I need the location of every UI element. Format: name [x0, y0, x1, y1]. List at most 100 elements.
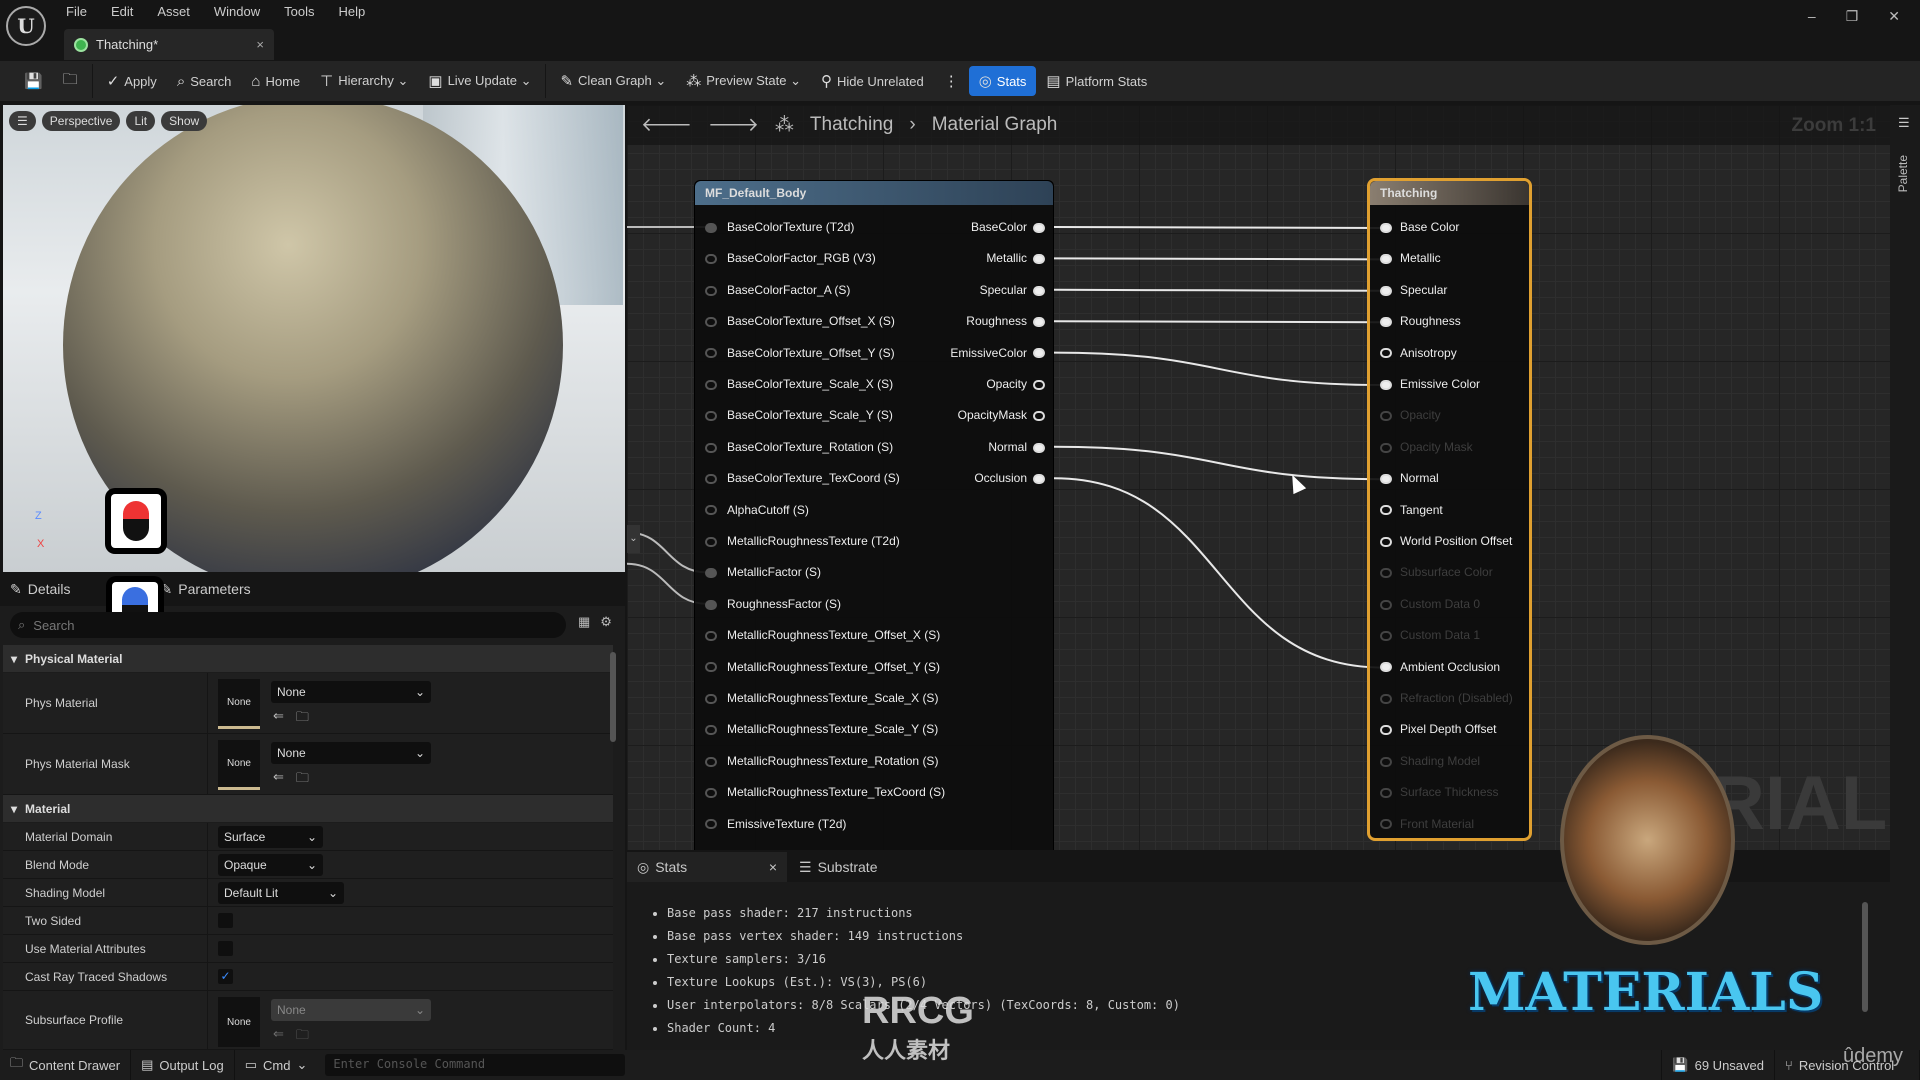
pin-circle-icon[interactable]	[705, 254, 717, 265]
mf-output-pin[interactable]: Normal	[988, 440, 1045, 454]
cast-ray-traced-shadows-checkbox[interactable]: ✓	[218, 969, 233, 984]
wire-specular-to-specular[interactable]	[1053, 288, 1384, 292]
mf-input-pin[interactable]: AlphaCutoff (S)	[705, 503, 809, 517]
mf-input-pin[interactable]: MetallicFactor (S)	[705, 565, 821, 579]
result-input-pin[interactable]: World Position Offset	[1380, 534, 1512, 548]
use-selected-icon[interactable]: ⇐	[273, 1026, 284, 1048]
mf-input-pin[interactable]: BaseColorTexture_Rotation (S)	[705, 440, 893, 454]
pin-circle-icon[interactable]	[1033, 222, 1045, 233]
viewport-menu-icon[interactable]: ☰	[9, 111, 36, 131]
show-button[interactable]: Show	[161, 111, 208, 131]
phys-material-combo[interactable]: None ⌄	[271, 681, 431, 703]
result-input-pin[interactable]: Emissive Color	[1380, 377, 1480, 391]
close-window-button[interactable]: ✕	[1888, 8, 1900, 25]
palette-tab[interactable]: Palette	[1896, 155, 1910, 192]
mf-output-pin[interactable]: Occlusion	[974, 471, 1045, 485]
mf-input-pin[interactable]: EmissiveFactor (V3)	[705, 848, 835, 850]
wire-normal-to-normal[interactable]	[1053, 445, 1384, 481]
pin-circle-icon[interactable]	[705, 474, 717, 485]
browse-asset-icon[interactable]: 🗀	[296, 769, 309, 791]
palette-sidebar[interactable]: ☰ Palette	[1890, 105, 1920, 1050]
wire-occlusion-to-ambient-occlusion[interactable]	[1053, 477, 1384, 669]
preview-viewport[interactable]: ☰ Perspective Lit Show Z X	[3, 105, 625, 572]
pin-circle-icon[interactable]	[705, 505, 717, 516]
browse-asset-icon[interactable]: 🗀	[296, 1026, 309, 1048]
more-button[interactable]: ⋮	[934, 66, 969, 96]
result-input-pin[interactable]: Pixel Depth Offset	[1380, 722, 1497, 736]
pin-circle-icon[interactable]	[705, 693, 717, 704]
mf-input-pin[interactable]: MetallicRoughnessTexture_Offset_Y (S)	[705, 660, 940, 674]
palette-menu-icon[interactable]: ☰	[1898, 115, 1910, 131]
result-input-pin[interactable]: Normal	[1380, 471, 1439, 485]
unsaved-button[interactable]: 💾 69 Unsaved	[1661, 1050, 1775, 1080]
subsurface-profile-combo[interactable]: None ⌄	[271, 999, 431, 1021]
blend-mode-combo[interactable]: Opaque ⌄	[218, 854, 323, 876]
pin-circle-icon[interactable]	[705, 662, 717, 673]
home-button[interactable]: ⌂ Home	[241, 66, 310, 96]
result-input-pin[interactable]: Tangent	[1380, 503, 1443, 517]
mf-input-pin[interactable]: BaseColorTexture_Offset_Y (S)	[705, 346, 895, 360]
mf-output-pin[interactable]: Roughness	[966, 314, 1045, 328]
wire-roughness-to-roughness[interactable]	[1053, 320, 1384, 324]
pin-circle-icon[interactable]	[1033, 348, 1045, 359]
pin-circle-icon[interactable]	[705, 788, 717, 799]
pin-circle-icon[interactable]	[705, 411, 717, 422]
mf-output-pin[interactable]: BaseColor	[971, 220, 1045, 234]
use-selected-icon[interactable]: ⇐	[273, 769, 284, 791]
pin-circle-icon[interactable]	[1033, 379, 1045, 390]
mf-output-pin[interactable]: EmissiveColor	[950, 346, 1045, 360]
lit-button[interactable]: Lit	[126, 111, 156, 131]
result-input-pin[interactable]: Anisotropy	[1380, 346, 1457, 360]
mf-default-body-node[interactable]: MF_Default_Body BaseColorTexture (T2d) Ba…	[694, 180, 1054, 850]
pin-circle-icon[interactable]	[1033, 474, 1045, 485]
content-drawer-button[interactable]: 🗀 Content Drawer	[0, 1050, 132, 1080]
result-input-pin[interactable]: Roughness	[1380, 314, 1461, 328]
thatching-result-node[interactable]: Thatching Base Color Metallic Specular Roug…	[1367, 178, 1532, 841]
pin-circle-icon[interactable]	[705, 631, 717, 642]
tab-parameters[interactable]: ✎ Parameters	[151, 581, 261, 598]
apply-button[interactable]: ✓ Apply	[97, 66, 167, 96]
pin-circle-icon[interactable]	[705, 317, 717, 328]
collapsed-node-chevron[interactable]: ⌄	[627, 525, 640, 553]
tab-details[interactable]: ✎ Details	[0, 581, 81, 598]
browse-button[interactable]: 🗀	[53, 66, 88, 96]
menu-help[interactable]: Help	[338, 4, 365, 19]
hide-unrelated-button[interactable]: ⚲ Hide Unrelated	[811, 66, 934, 96]
pin-circle-icon[interactable]	[705, 442, 717, 453]
pin-circle-icon[interactable]	[1033, 285, 1045, 296]
result-input-pin[interactable]: Metallic	[1380, 251, 1441, 265]
material-domain-combo[interactable]: Surface ⌄	[218, 826, 323, 848]
material-graph-canvas[interactable]: 🡐 🡒 ⁂ Thatching › Material Graph Zoom 1:…	[627, 105, 1890, 850]
table-view-icon[interactable]: ▦	[578, 614, 590, 630]
stats-scrollbar[interactable]	[1862, 902, 1868, 1012]
mf-input-pin[interactable]: BaseColorTexture_Offset_X (S)	[705, 314, 895, 328]
mf-input-pin[interactable]: BaseColorTexture_Scale_X (S)	[705, 377, 893, 391]
pin-circle-icon[interactable]	[705, 756, 717, 767]
perspective-button[interactable]: Perspective	[41, 111, 121, 131]
mf-input-pin[interactable]: RoughnessFactor (S)	[705, 597, 841, 611]
mf-input-pin[interactable]: BaseColorTexture_TexCoord (S)	[705, 471, 900, 485]
tab-substrate[interactable]: ☰ Substrate	[787, 852, 890, 882]
mf-input-pin[interactable]: MetallicRoughnessTexture_TexCoord (S)	[705, 785, 945, 799]
phys-material-mask-combo[interactable]: None ⌄	[271, 742, 431, 764]
pin-circle-icon[interactable]	[705, 222, 717, 233]
back-arrow-icon[interactable]: 🡐	[641, 113, 692, 137]
menu-edit[interactable]: Edit	[111, 4, 133, 19]
save-button[interactable]: 💾	[14, 66, 53, 96]
mf-input-pin[interactable]: BaseColorFactor_RGB (V3)	[705, 251, 876, 265]
breadcrumb-material-graph[interactable]: Material Graph	[932, 114, 1058, 136]
category-material[interactable]: ▾ Material	[3, 795, 613, 822]
pin-circle-icon[interactable]	[1033, 411, 1045, 422]
mf-input-pin[interactable]: MetallicRoughnessTexture_Rotation (S)	[705, 754, 938, 768]
mf-input-pin[interactable]: MetallicRoughnessTexture_Scale_X (S)	[705, 691, 938, 705]
pin-circle-icon[interactable]	[705, 285, 717, 296]
use-material-attributes-checkbox[interactable]	[218, 941, 233, 956]
wire-emissivecolor-to-emissive-color[interactable]	[1053, 351, 1384, 386]
platform-stats-button[interactable]: ▤ Platform Stats	[1036, 66, 1157, 96]
output-log-button[interactable]: ▤ Output Log	[131, 1050, 235, 1080]
minimize-button[interactable]: –	[1808, 8, 1816, 25]
wire-basecolor-to-base-color[interactable]	[1053, 226, 1384, 229]
pin-circle-icon[interactable]	[1033, 442, 1045, 453]
pin-circle-icon[interactable]	[705, 819, 717, 830]
category-physical-material[interactable]: ▾ Physical Material	[3, 645, 613, 672]
